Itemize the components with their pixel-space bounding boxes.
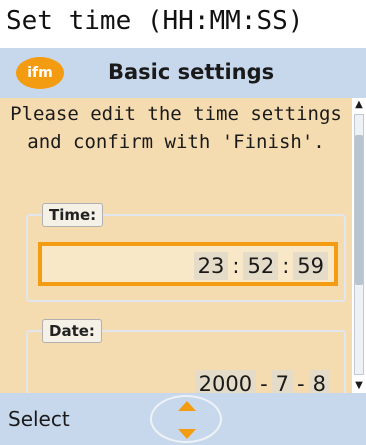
year-value[interactable]: 2000 [194, 370, 257, 393]
chevron-down-icon[interactable] [178, 429, 196, 439]
seconds-value[interactable]: 59 [293, 252, 328, 280]
date-value[interactable]: 2000 - 7 - 8 [194, 370, 330, 393]
time-separator: : [232, 254, 240, 278]
nav-control[interactable] [150, 395, 222, 443]
time-separator: : [282, 254, 290, 278]
main-content: Please edit the time settings and confir… [0, 98, 352, 393]
select-softkey[interactable]: Select [8, 407, 70, 431]
time-input[interactable]: 23 : 52 : 59 [38, 242, 338, 286]
time-group: Time: 23 : 52 : 59 [26, 203, 346, 302]
screen-title: Set time (HH:MM:SS) [0, 0, 366, 48]
date-group: Date: 2000 - 7 - 8 [26, 319, 346, 393]
minutes-value[interactable]: 52 [243, 252, 279, 280]
time-value: 23 : 52 : 59 [193, 252, 328, 280]
scrollbar[interactable]: ▲ ▼ [352, 98, 366, 393]
ifm-logo-icon: ifm [16, 57, 64, 89]
time-label: Time: [42, 203, 104, 227]
hours-value[interactable]: 23 [193, 252, 229, 280]
date-separator: - [297, 372, 305, 393]
footer-bar: Select [0, 393, 366, 445]
date-separator: - [260, 372, 268, 393]
instructions-text: Please edit the time settings and confir… [10, 103, 342, 153]
chevron-up-icon[interactable] [178, 401, 196, 411]
date-label: Date: [42, 319, 102, 343]
month-value[interactable]: 7 [271, 370, 294, 393]
day-value[interactable]: 8 [308, 370, 330, 393]
scroll-down-arrow-icon[interactable]: ▼ [353, 379, 365, 393]
scroll-track[interactable] [354, 114, 364, 375]
scroll-thumb[interactable] [355, 135, 363, 285]
header-title: Basic settings [108, 60, 275, 84]
header-bar: ifm Basic settings [0, 48, 366, 98]
scroll-up-arrow-icon[interactable]: ▲ [353, 98, 365, 112]
